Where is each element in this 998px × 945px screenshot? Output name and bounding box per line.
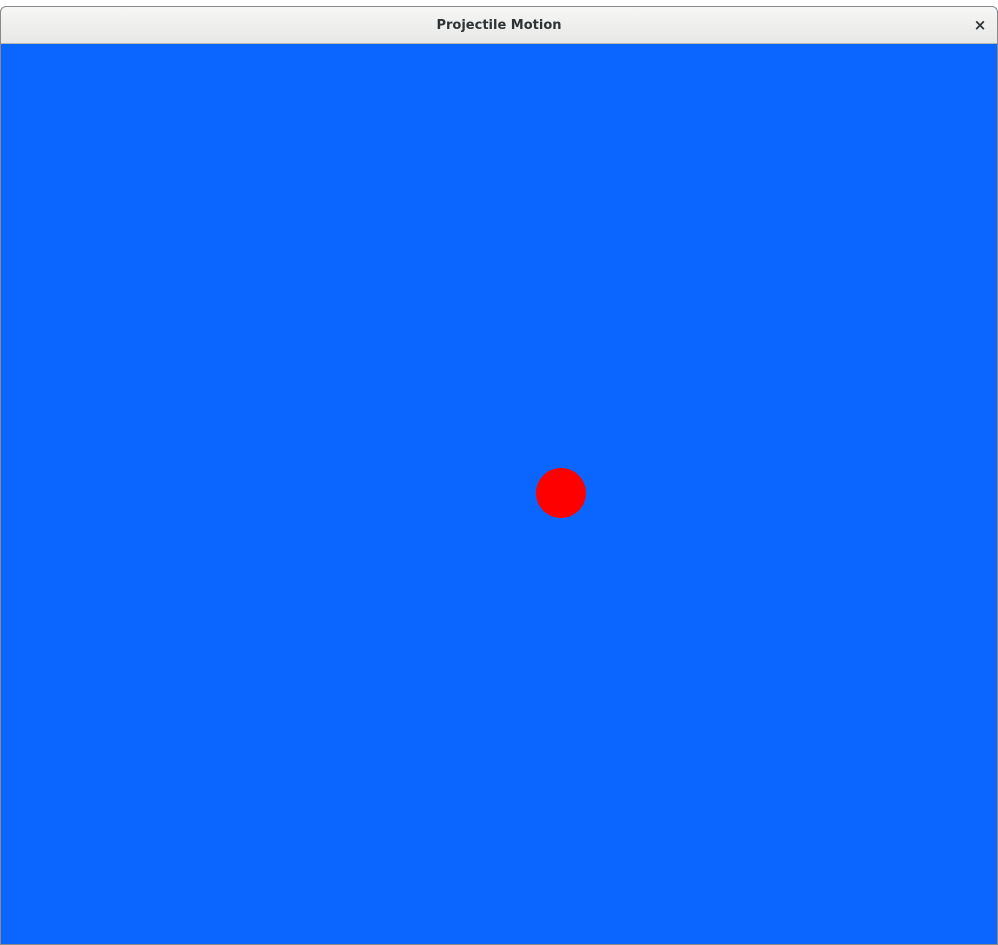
projectile-ball: [536, 468, 586, 518]
app-window: Projectile Motion ×: [0, 6, 998, 945]
drawing-canvas: [1, 44, 997, 944]
window-title: Projectile Motion: [436, 18, 562, 33]
title-bar[interactable]: Projectile Motion ×: [1, 7, 997, 44]
close-icon[interactable]: ×: [967, 12, 993, 38]
